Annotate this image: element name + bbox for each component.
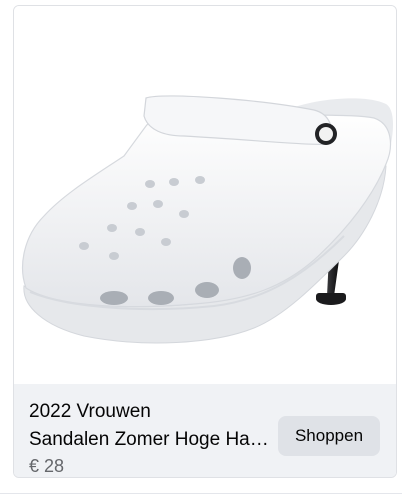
listing-price: € 28 [29, 456, 65, 476]
product-image[interactable] [14, 6, 396, 384]
listing-title[interactable]: 2022 Vrouwen Sandalen Zomer Hoge Hakken [29, 398, 269, 454]
listing-info: 2022 Vrouwen Sandalen Zomer Hoge Hakken … [14, 384, 396, 477]
high-heel-clog-icon [21, 95, 393, 344]
shop-button[interactable]: Shoppen [278, 416, 380, 456]
title-line-1: 2022 Vrouwen [29, 401, 151, 422]
title-line-2: Sandalen Zomer Hoge Hakken [29, 429, 269, 450]
divider [0, 493, 402, 494]
product-card[interactable]: 2022 Vrouwen Sandalen Zomer Hoge Hakken … [13, 5, 397, 478]
